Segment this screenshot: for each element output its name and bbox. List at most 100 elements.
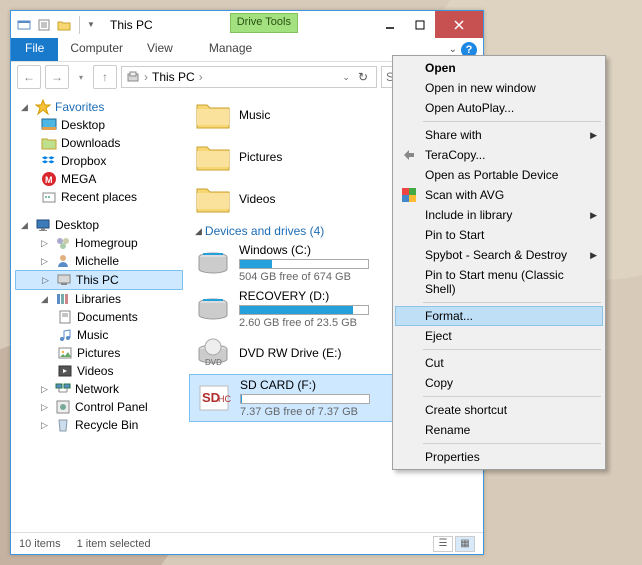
ribbon-expand-icon[interactable]: ⌄ <box>449 44 457 55</box>
maximize-button[interactable] <box>405 11 435 38</box>
context-open-autoplay[interactable]: Open AutoPlay... <box>395 98 603 118</box>
context-item-label: Include in library <box>425 208 512 222</box>
nav-item-label: Videos <box>77 364 113 378</box>
nav-item-icon <box>55 291 71 307</box>
nav-item-icon <box>55 253 71 269</box>
teracopy-icon <box>401 147 417 163</box>
minimize-button[interactable] <box>375 11 405 38</box>
context-item-label: Properties <box>425 450 480 464</box>
qat-dropdown-icon[interactable]: ▼ <box>86 16 96 34</box>
history-dropdown[interactable]: ▾ <box>73 65 89 89</box>
refresh-button[interactable]: ↻ <box>354 70 372 84</box>
file-tab[interactable]: File <box>11 38 58 61</box>
context-item-label: Copy <box>425 376 453 390</box>
nav-fav-mega[interactable]: MMEGA <box>15 170 183 188</box>
new-folder-icon[interactable] <box>55 16 73 34</box>
nav-control-panel[interactable]: ▷Control Panel <box>15 398 183 416</box>
nav-item-label: Music <box>77 328 108 342</box>
nav-libraries[interactable]: ◢Libraries <box>15 290 183 308</box>
context-scan-with-avg[interactable]: Scan with AVG <box>395 185 603 205</box>
context-menu[interactable]: Open Open in new windowOpen AutoPlay... Sh… <box>392 55 606 470</box>
context-rename[interactable]: Rename <box>395 420 603 440</box>
nav-item-label: Recent places <box>61 190 137 204</box>
context-open-in-new-window[interactable]: Open in new window <box>395 78 603 98</box>
nav-michelle[interactable]: ▷Michelle <box>15 252 183 270</box>
ribbon-tab-manage[interactable]: Manage <box>197 38 264 61</box>
view-toggle: ☰ ▦ <box>433 536 475 552</box>
nav-item-icon <box>57 309 73 325</box>
system-menu-icon[interactable] <box>15 16 33 34</box>
context-teracopy[interactable]: TeraCopy... <box>395 145 603 165</box>
nav-lib-pictures[interactable]: Pictures <box>15 344 183 362</box>
navigation-pane[interactable]: ◢FavoritesDesktopDownloads Dropbox MMEGA Re… <box>11 92 185 532</box>
nav-item-icon <box>57 363 73 379</box>
status-bar: 10 items 1 item selected ☰ ▦ <box>11 532 483 554</box>
context-item-label: TeraCopy... <box>425 148 485 162</box>
nav-lib-music[interactable]: Music <box>15 326 183 344</box>
context-format[interactable]: Format... <box>395 306 603 326</box>
status-count: 10 items <box>19 538 61 550</box>
ribbon-tab-computer[interactable]: Computer <box>58 38 135 61</box>
context-create-shortcut[interactable]: Create shortcut <box>395 400 603 420</box>
nav-item-icon <box>55 399 71 415</box>
nav-item-icon <box>57 345 73 361</box>
window-title: This PC <box>110 18 153 32</box>
context-eject[interactable]: Eject <box>395 326 603 346</box>
ribbon-tab-view[interactable]: View <box>135 38 185 61</box>
contextual-tab-drive-tools[interactable]: Drive Tools <box>230 13 298 33</box>
context-copy[interactable]: Copy <box>395 373 603 393</box>
nav-this-pc[interactable]: ▷This PC <box>15 270 183 290</box>
collapse-icon[interactable]: ◢ <box>195 226 202 237</box>
context-cut[interactable]: Cut <box>395 353 603 373</box>
context-open-as-portable-device[interactable]: Open as Portable Device <box>395 165 603 185</box>
nav-item-icon <box>56 272 72 288</box>
context-spybot-search-destroy[interactable]: Spybot - Search & Destroy▶ <box>395 245 603 265</box>
nav-item-label: Michelle <box>75 254 119 268</box>
folder-icon <box>193 97 233 133</box>
context-include-in-library[interactable]: Include in library▶ <box>395 205 603 225</box>
nav-lib-documents[interactable]: Documents <box>15 308 183 326</box>
nav-item-label: Dropbox <box>61 154 106 168</box>
forward-button[interactable]: → <box>45 65 69 89</box>
nav-fav-downloads[interactable]: Downloads <box>15 134 183 152</box>
up-button[interactable]: ↑ <box>93 65 117 89</box>
svg-text:M: M <box>45 175 53 185</box>
context-open[interactable]: Open <box>395 58 603 78</box>
nav-network[interactable]: ▷Network <box>15 380 183 398</box>
drive-icon: DVD <box>193 335 233 371</box>
nav-item-label: Recycle Bin <box>75 418 138 432</box>
fav-item-icon <box>41 117 57 133</box>
context-item-label: Open <box>425 61 456 75</box>
nav-item-label: Documents <box>77 310 138 324</box>
desktop-icon <box>35 217 51 233</box>
close-button[interactable] <box>435 11 483 38</box>
context-separator <box>423 302 601 303</box>
breadcrumb-this-pc[interactable]: This PC <box>152 70 195 84</box>
nav-item-label: Control Panel <box>75 400 148 414</box>
nav-lib-videos[interactable]: Videos <box>15 362 183 380</box>
svg-text:HC: HC <box>218 394 231 404</box>
qat-divider <box>79 16 80 34</box>
address-dropdown-icon[interactable]: ⌄ <box>342 72 350 83</box>
svg-text:DVD: DVD <box>205 358 222 367</box>
context-share-with[interactable]: Share with▶ <box>395 125 603 145</box>
icons-view-button[interactable]: ▦ <box>455 536 475 552</box>
details-view-button[interactable]: ☰ <box>433 536 453 552</box>
nav-item-icon <box>55 417 71 433</box>
nav-homegroup[interactable]: ▷Homegroup <box>15 234 183 252</box>
context-properties[interactable]: Properties <box>395 447 603 467</box>
nav-fav-dropbox[interactable]: Dropbox <box>15 152 183 170</box>
context-pin-to-start[interactable]: Pin to Start <box>395 225 603 245</box>
nav-desktop[interactable]: ◢Desktop <box>15 216 183 234</box>
nav-fav-desktop[interactable]: Desktop <box>15 116 183 134</box>
context-pin-to-start-menu-classic-shell[interactable]: Pin to Start menu (Classic Shell) <box>395 265 603 299</box>
fav-item-icon <box>41 135 57 151</box>
context-item-label: Create shortcut <box>425 403 507 417</box>
nav-fav-recent-places[interactable]: Recent places <box>15 188 183 206</box>
drive-icon: SDHC <box>194 380 234 416</box>
address-bar[interactable]: › This PC › ⌄ ↻ <box>121 66 377 88</box>
nav-recycle-bin[interactable]: ▷Recycle Bin <box>15 416 183 434</box>
back-button[interactable]: ← <box>17 65 41 89</box>
properties-icon[interactable] <box>35 16 53 34</box>
nav-favorites[interactable]: ◢Favorites <box>15 98 183 116</box>
